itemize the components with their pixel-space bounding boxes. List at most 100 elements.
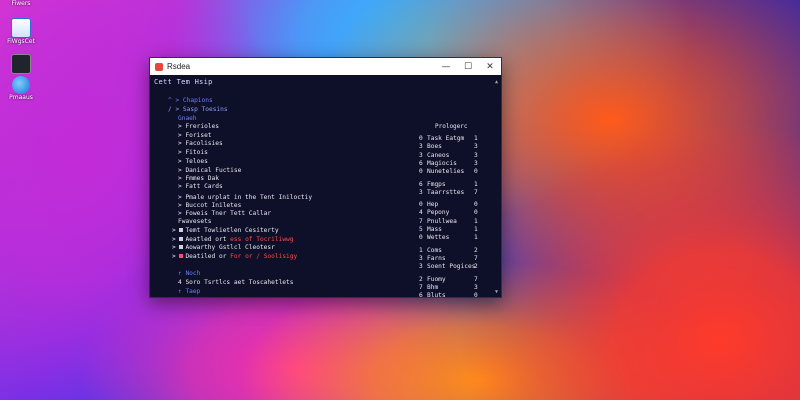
stat-value: 7 [474,188,478,196]
desktop-icon-label: Fiwers [11,0,31,7]
line-text: Gnaeh [178,115,197,122]
stat-key: 0 [419,168,423,176]
left-line: Fwavesets [178,218,212,226]
left-line: > Aowarthy Gstlcl Cleotesr [172,244,275,252]
stat-label: Boes [427,143,442,151]
line-text: Pmale urplat in the Tent Iniloctiy [185,194,313,201]
line-text: Buccot Iniletes [185,202,242,209]
stat-key: 4 [419,209,423,217]
stat-label: Bluts [427,292,446,300]
stat-value: 1 [474,217,478,225]
line-text: Foweis Tner Tett Callar [185,210,272,217]
stat-key: 3 [419,263,423,271]
left-line: > Frerioles [178,123,219,131]
left-line: > Foweis Tner Tett Callar [178,210,271,218]
line-text: Facolisies [185,140,223,147]
stat-key: 1 [419,246,423,254]
stat-value: 3 [474,159,478,167]
checkbox-icon[interactable] [179,254,184,258]
checkbox-icon[interactable] [179,237,184,241]
line-text: Noch [185,270,201,277]
stat-label: Magiocis [427,159,457,167]
line-prefix: > [172,253,180,260]
stat-key: 3 [419,188,423,196]
stat-value: 0 [474,292,478,300]
stat-label: Farns [427,254,446,262]
stat-key: 7 [419,217,423,225]
left-line: > Fitois [178,149,208,157]
left-line: > Temt Towlietlen Cesiterty [172,227,279,235]
desktop-icon-label: Pmaaus [9,94,33,101]
stat-label: Pnullwea [427,217,457,225]
stat-label: Caneos [427,151,450,159]
left-line: Gnaeh [178,115,197,123]
stat-key: 5 [419,226,423,233]
left-line: > Fmmes Dak [178,175,219,183]
left-line: > Aeatled ort ess of Tocriliwwg [172,236,294,244]
line-text: Aowarthy Gstlcl Cleotesr [185,244,275,251]
left-line: > Buccot Iniletes [178,202,241,210]
stat-key: 3 [419,254,423,262]
desktop-icon-document[interactable]: FiWgsCet [4,18,38,45]
left-line: ↑ Noch [178,270,200,278]
desktop-icon-label: FiWgsCet [7,38,35,45]
stat-key: 0 [419,135,423,142]
stat-label: Nunetelies [427,168,465,176]
line-prefix: > [172,236,180,243]
desktop-icon-app[interactable]: Pmaaus [4,76,38,101]
left-line: > Foriset [178,132,212,140]
desktop-icon-terminal[interactable] [4,54,38,74]
stat-value: 2 [474,263,478,271]
left-line: > Facolisies [178,140,223,148]
line-prefix: ^ > [168,97,183,104]
line-prefix: / > [168,106,183,113]
line-prefix: > [172,227,180,234]
stat-key: 3 [419,151,423,159]
left-line: ↑ Taep [178,288,200,296]
terminal-body[interactable]: Cett Tem Hsip ^ > Chapions / > Sasp Toesi… [150,75,501,300]
terminal-window: Rsdea — ☐ ✕ Cett Tem Hsip ^ > Chapions / … [149,57,502,300]
left-line: > Fatt Cards [178,183,223,191]
line-text: Taep [185,288,201,295]
stat-value: 7 [474,275,478,283]
stat-label: Fmgps [427,180,446,188]
left-line: > Deatiled or For or / Soolisigy [172,253,297,261]
left-line: / > Sasp Toesins [168,106,228,114]
line-text: Deatiled or [185,253,227,260]
menu-bar[interactable]: Cett Tem Hsip [154,78,213,86]
scroll-down-icon[interactable]: ▼ [495,289,498,295]
line-text: Soro Tsrtlcs aet Toscahetlets [185,279,294,286]
desktop-icon-top[interactable]: Fiwers [4,0,38,7]
left-line: 4 Soro Tsrtlcs aet Toscahetlets [178,279,293,287]
window-title: Rsdea [167,62,191,71]
line-text: Fwavesets [178,218,212,225]
left-line: > Teloes [178,158,208,166]
maximize-button[interactable]: ☐ [457,58,479,75]
highlight-text: ess of Tocriliwwg [226,236,294,243]
checkbox-icon[interactable] [179,245,184,249]
highlight-text: For or / Soolisigy [226,253,298,260]
line-text: Fitois [185,149,208,156]
stat-key: 6 [419,292,423,300]
line-prefix: > [172,244,180,251]
checkbox-icon[interactable] [179,228,184,232]
line-text: Foriset [185,132,212,139]
title-bar[interactable]: Rsdea — ☐ ✕ [150,58,501,75]
line-text: Teloes [185,158,208,165]
document-icon [11,18,31,38]
minimize-button[interactable]: — [435,58,457,75]
line-text: Chapions [182,97,213,104]
stat-value: 1 [474,180,478,188]
stat-key: 0 [419,201,423,209]
stat-label: Task Eatgm [427,135,465,142]
stat-value: 1 [474,226,478,233]
close-button[interactable]: ✕ [479,58,501,75]
stat-value: 3 [474,283,478,291]
stat-label: Coms [427,246,442,254]
left-line: > Danical Fuctise [178,167,241,175]
stat-label: Wettes [427,234,450,242]
right-column-header: Prologerc [435,123,468,130]
stat-value: 3 [474,143,478,151]
line-text: Sasp Toesins [182,106,228,113]
scroll-up-icon[interactable]: ▲ [495,79,498,85]
